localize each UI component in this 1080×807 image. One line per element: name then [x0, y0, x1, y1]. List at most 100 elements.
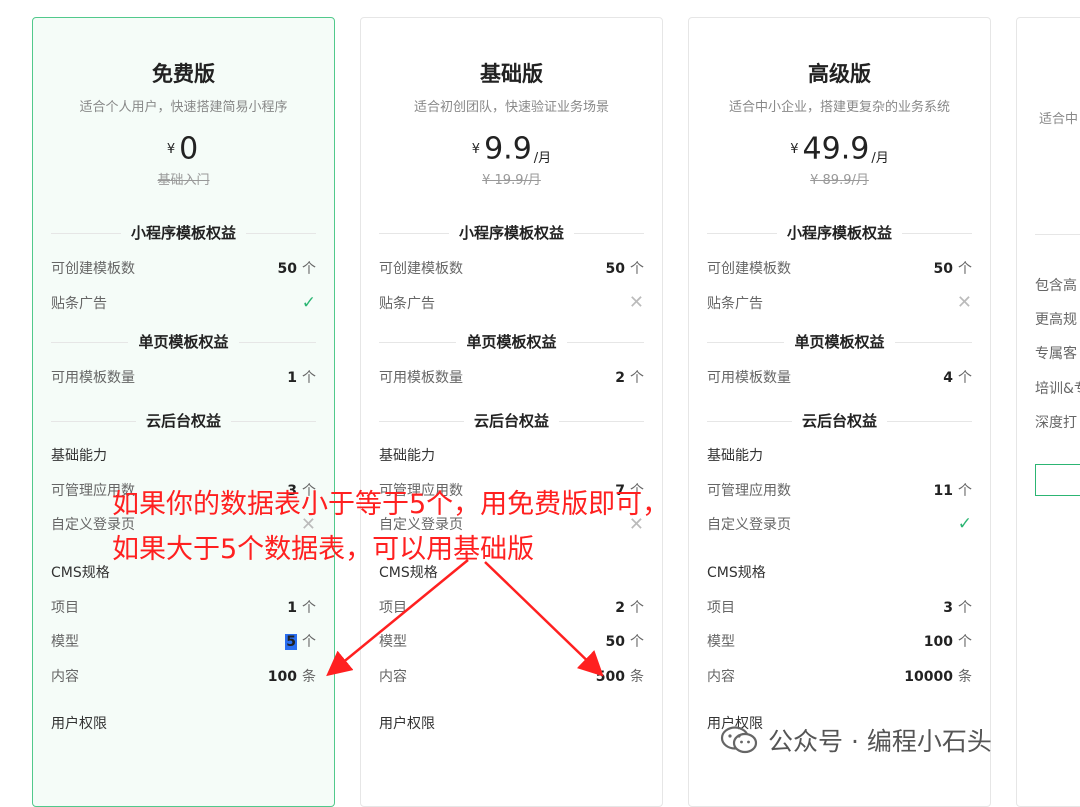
row-value: 1个 [287, 597, 316, 617]
row-content: 内容 100 条 [51, 659, 316, 694]
row-value: 50 个 [606, 631, 644, 651]
basic-capability-label: 基础能力 [379, 447, 435, 464]
value-unit: 条 [630, 668, 644, 685]
feature-item: 专属客 [1035, 346, 1077, 362]
price-amount: 9.9 [484, 131, 532, 167]
cms-spec-label: CMS规格 [707, 564, 766, 581]
row-label: 贴条广告 [379, 295, 435, 312]
plan-title: 高级版 [808, 62, 871, 86]
row-value: 4个 [943, 367, 972, 387]
value-unit: 个 [958, 370, 972, 387]
value-number: 100 [267, 668, 297, 685]
cross-icon: ✕ [628, 292, 644, 314]
price-amount: 49.9 [802, 131, 870, 167]
price-amount: 0 [179, 131, 199, 167]
row-projects: 项目 3个 [707, 590, 972, 625]
value-unit: 个 [302, 599, 316, 616]
row-content: 内容 10000 条 [707, 659, 972, 694]
value-unit: 个 [630, 370, 644, 387]
value-unit: 个 [958, 634, 972, 651]
original-price: ¥ 19.9/月 [482, 173, 541, 188]
row-label: 内容 [707, 668, 735, 685]
cross-icon: ✕ [956, 292, 972, 314]
row-label: 贴条广告 [707, 295, 763, 312]
value-unit: 个 [630, 261, 644, 278]
row-templates: 可创建模板数 50 个 [707, 251, 972, 286]
plan-subtitle: 适合中小企业，搭建更复杂的业务系统 [728, 100, 950, 115]
row-models: 模型 50 个 [379, 624, 644, 659]
row-label: 项目 [51, 599, 79, 616]
check-icon: ✓ [957, 514, 972, 535]
plan-card[interactable]: 基础版 适合初创团队，快速验证业务场景 ¥9.9/月 ¥ 19.9/月 小程序模… [360, 17, 663, 807]
value-number: 3 [943, 599, 953, 616]
section-header-mini: 小程序模板权益 [707, 215, 972, 251]
row-label: 项目 [707, 599, 735, 616]
currency-symbol: ¥ [166, 141, 176, 157]
plan-card[interactable]: 高级版 适合中小企业，搭建更复杂的业务系统 ¥49.9/月 ¥ 89.9/月 小… [688, 17, 991, 807]
row-ads: 贴条广告 ✕ [707, 286, 972, 321]
price-unit: /月 [533, 151, 552, 166]
plan-subtitle: 适合中 [1039, 112, 1079, 127]
value-number: 50 [605, 634, 625, 651]
value-number: 50 [605, 261, 625, 278]
plan-card-4: 适合中 包含高 更高规 专属客 培训&专 深度打 [1016, 17, 1080, 807]
value-number: 10000 [904, 668, 953, 685]
value-unit: 个 [958, 599, 972, 616]
section-header-single: 单页模板权益 [707, 324, 972, 360]
section-header-cloud: 云后台权益 [379, 403, 644, 439]
value-number: 1 [287, 599, 297, 616]
row-label: 模型 [707, 634, 735, 651]
row-value: 2个 [615, 367, 644, 387]
row-templates: 可创建模板数 50 个 [379, 251, 644, 286]
row-models: 模型 5个 [51, 624, 316, 659]
value-number: 1 [287, 370, 297, 387]
value-number: 50 [277, 261, 297, 278]
row-label: 可用模板数量 [51, 370, 135, 387]
section-header-mini: 小程序模板权益 [51, 215, 316, 251]
watermark-text: 公众号 · 编程小石头 [768, 727, 992, 756]
annotation-line-1: 如果你的数据表小于等于5个，用免费版即可， [112, 489, 670, 520]
row-value: 100 个 [924, 631, 972, 651]
user-permission-label: 用户权限 [379, 716, 435, 732]
select-plan-button[interactable] [1035, 464, 1080, 496]
row-value: 5个 [285, 631, 316, 651]
plan-subtitle: 适合个人用户，快速搭建简易小程序 [79, 100, 288, 115]
divider [1035, 234, 1080, 235]
row-label: 模型 [51, 634, 79, 651]
price-unit: /月 [871, 151, 889, 166]
row-ads: 贴条广告 ✓ [51, 286, 316, 321]
row-label: 可创建模板数 [707, 261, 791, 278]
value-number: 5 [285, 634, 297, 651]
value-unit: 个 [302, 261, 316, 278]
section-header-single: 单页模板权益 [51, 324, 316, 360]
plan-price: ¥9.9/月 [379, 129, 644, 169]
original-price: ¥ 89.9/月 [810, 173, 869, 188]
row-projects: 项目 2个 [379, 590, 644, 625]
row-single: 可用模板数量 1个 [51, 360, 316, 395]
row-label: 可创建模板数 [51, 261, 135, 278]
plan-card[interactable]: 免费版 适合个人用户，快速搭建简易小程序 ¥0 基础入门 小程序模板权益 可创建… [32, 17, 335, 807]
row-label: 可创建模板数 [379, 261, 463, 278]
value-unit: 条 [958, 668, 972, 685]
row-value: 11 个 [934, 480, 972, 500]
basic-capability-label: 基础能力 [51, 447, 107, 464]
row-value: 500 条 [596, 666, 644, 686]
row-apps: 可管理应用数 11 个 [707, 473, 972, 508]
value-number: 4 [943, 370, 953, 387]
feature-item: 更高规 [1035, 312, 1077, 328]
row-label: 内容 [51, 668, 79, 685]
watermark: 公众号 · 编程小石头 [720, 722, 992, 758]
feature-item: 包含高 [1035, 278, 1077, 294]
plan-title: 基础版 [480, 62, 543, 86]
user-permission-label: 用户权限 [51, 716, 107, 732]
row-ads: 贴条广告 ✕ [379, 286, 644, 321]
row-content: 内容 500 条 [379, 659, 644, 694]
row-label: 模型 [379, 634, 407, 651]
wechat-icon [720, 726, 758, 754]
plan-title: 免费版 [152, 62, 215, 86]
value-unit: 个 [630, 634, 644, 651]
row-single: 可用模板数量 2个 [379, 360, 644, 395]
row-templates: 可创建模板数 50 个 [51, 251, 316, 286]
row-single: 可用模板数量 4个 [707, 360, 972, 395]
row-value: 1个 [287, 367, 316, 387]
